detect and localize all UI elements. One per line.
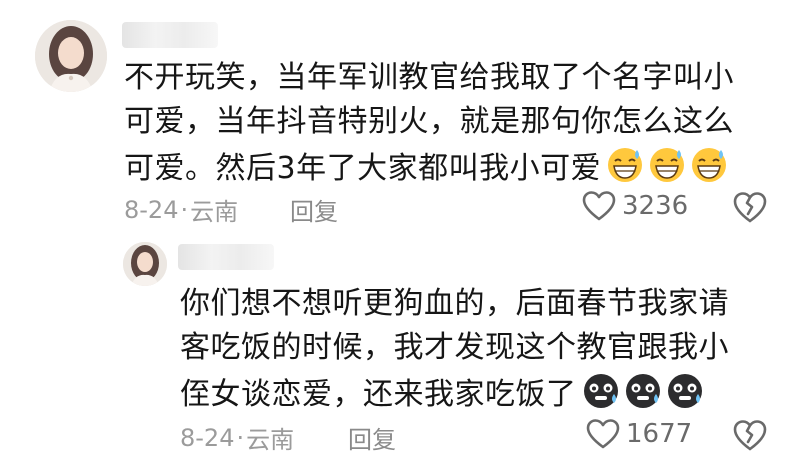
heart-icon [582, 191, 616, 221]
like-count: 1677 [626, 419, 693, 449]
reply-button[interactable]: 回复 [348, 420, 396, 455]
like-count: 3236 [622, 191, 689, 221]
comment-location: 云南 [246, 426, 295, 454]
comment-line: 你们想不想听更狗血的，后面春节我家请 [180, 286, 729, 321]
meta-separator: · [180, 195, 189, 224]
avatar-photo [123, 242, 167, 286]
broken-heart-icon [733, 420, 767, 451]
avatar-photo [35, 20, 107, 92]
dark-sweat-emoji [581, 370, 621, 410]
comment-text: 你们想不想听更狗血的，后面春节我家请 客吃饭的时候，我才发现这个教官跟我小 侄女… [180, 282, 770, 417]
dislike-button[interactable] [732, 418, 768, 452]
broken-heart-icon [733, 192, 767, 223]
like-button[interactable]: 1677 [586, 418, 692, 450]
emoji-group [581, 370, 705, 410]
comment-line: 侄女谈恋爱，还来我家吃饭了 [180, 370, 770, 417]
username-redacted[interactable] [178, 244, 274, 270]
grin-sweat-emoji [605, 144, 645, 184]
comment-line: 客吃饭的时候，我才发现这个教官跟我小 [180, 330, 729, 365]
comment-text: 不开玩笑，当年军训教官给我取了个名字叫小 可爱，当年抖音特别火，就是那句你怎么这… [124, 56, 764, 191]
comment-location: 云南 [190, 198, 239, 226]
meta-separator: · [236, 423, 245, 452]
emoji-group [605, 144, 729, 184]
grin-sweat-emoji [647, 144, 687, 184]
comment-meta: 8-24 · 云南 [180, 420, 294, 455]
comment-line: 可爱，当年抖音特别火，就是那句你怎么这么 [124, 104, 734, 139]
avatar[interactable] [35, 20, 107, 92]
dislike-button[interactable] [732, 190, 768, 224]
avatar[interactable] [123, 242, 167, 286]
comment-line: 可爱。然后3年了大家都叫我小可爱 [124, 144, 764, 191]
comment-meta: 8-24 · 云南 [124, 192, 238, 227]
dark-sweat-emoji [665, 370, 705, 410]
username-redacted[interactable] [122, 22, 218, 48]
reply-button[interactable]: 回复 [290, 192, 338, 227]
grin-sweat-emoji [689, 144, 729, 184]
comment-date: 8-24 [180, 423, 235, 452]
like-button[interactable]: 3236 [582, 190, 688, 222]
heart-icon [586, 419, 620, 449]
comment-line: 不开玩笑，当年军训教官给我取了个名字叫小 [124, 60, 734, 95]
comment-date: 8-24 [124, 195, 179, 224]
dark-sweat-emoji [623, 370, 663, 410]
